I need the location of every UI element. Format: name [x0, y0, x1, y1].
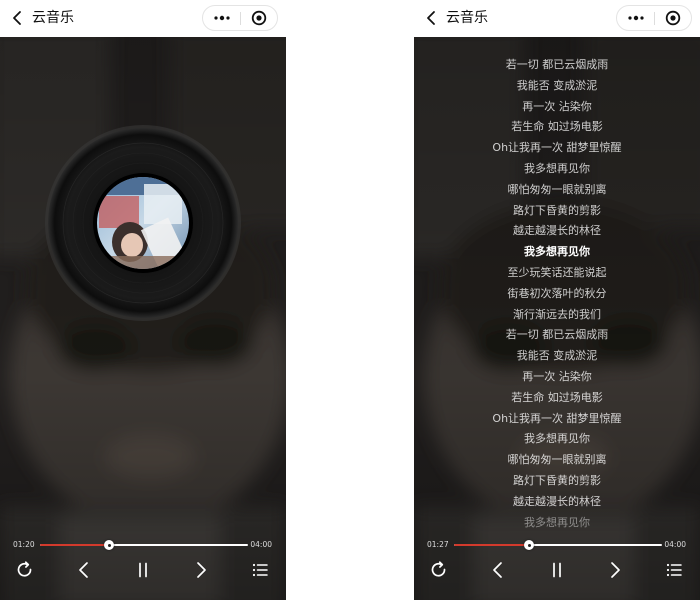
- lyric-line: 若一切 都已云烟成雨: [505, 328, 609, 342]
- lyrics-list[interactable]: 若一切 都已云烟成雨 我能否 变成淤泥 再一次 沾染你 若生命 如过场电影 Oh让我再一…: [414, 55, 700, 533]
- chevron-right-icon: [611, 562, 620, 578]
- lyric-line: 渐行渐远去的我们: [513, 307, 601, 321]
- total-time: 04:00: [664, 540, 686, 549]
- lyric-line: 再一次 沾染你: [522, 369, 592, 383]
- lyric-line: Oh让我再一次 甜梦里惊醒: [492, 411, 622, 425]
- pause-button[interactable]: [547, 560, 567, 580]
- loop-button[interactable]: [15, 560, 35, 580]
- lyric-line: 我多想再见你: [524, 432, 590, 446]
- lyric-line: 哪怕匆匆一眼就别离: [507, 453, 607, 467]
- more-dots-icon[interactable]: [626, 13, 646, 23]
- player-cover-screen: 云音乐 01:20 04:00: [0, 0, 286, 600]
- nav-bar: 云音乐: [414, 0, 700, 37]
- lyric-line: 越走越漫长的林径: [513, 224, 601, 238]
- player-area: 若一切 都已云烟成雨 我能否 变成淤泥 再一次 沾染你 若生命 如过场电影 Oh让我再一…: [414, 37, 700, 600]
- nav-bar: 云音乐: [0, 0, 286, 37]
- playlist-icon: [252, 563, 268, 577]
- page-title: 云音乐: [32, 10, 74, 26]
- player-lyrics-screen: 云音乐 若一切 都已云烟成雨 我能否 变成淤泥 再一次 沾染你 若生命 如过场电…: [414, 0, 700, 600]
- back-icon[interactable]: [424, 10, 438, 26]
- more-dots-icon[interactable]: [212, 13, 232, 23]
- lyric-line: 再一次 沾染你: [522, 99, 592, 113]
- lyric-line: 我能否 变成淤泥: [516, 349, 598, 363]
- lyric-line: Oh让我再一次 甜梦里惊醒: [492, 141, 622, 155]
- page-title: 云音乐: [446, 10, 488, 26]
- loop-button[interactable]: [429, 560, 449, 580]
- chevron-left-icon: [79, 562, 88, 578]
- lyric-line: 若生命 如过场电影: [511, 390, 603, 404]
- lyric-line-active: 我多想再见你: [524, 245, 590, 259]
- player-area: 01:20 04:00: [0, 37, 286, 600]
- vinyl-record[interactable]: [44, 124, 242, 322]
- progress-slider[interactable]: [40, 540, 248, 550]
- progress-fill: [454, 544, 530, 546]
- chevron-right-icon: [197, 562, 206, 578]
- repeat-icon: [431, 561, 446, 577]
- pause-button[interactable]: [133, 560, 153, 580]
- back-icon[interactable]: [10, 10, 24, 26]
- current-time: 01:20: [13, 540, 35, 549]
- chevron-left-icon: [493, 562, 502, 578]
- lyric-line: 若一切 都已云烟成雨: [505, 58, 609, 71]
- playlist-button[interactable]: [250, 560, 270, 580]
- playlist-icon: [666, 563, 682, 577]
- previous-button[interactable]: [488, 560, 508, 580]
- mini-program-capsule: [202, 5, 278, 31]
- lyric-line: 街巷初次落叶的秋分: [507, 286, 607, 300]
- pause-icon: [553, 562, 561, 578]
- pause-icon: [139, 562, 147, 578]
- mini-program-capsule: [616, 5, 692, 31]
- capsule-divider: [240, 12, 241, 25]
- next-button[interactable]: [605, 560, 625, 580]
- lyric-line: 路灯下昏黄的剪影: [513, 203, 601, 217]
- progress-fill: [40, 544, 110, 546]
- current-time: 01:27: [427, 540, 449, 549]
- close-target-icon[interactable]: [251, 10, 267, 26]
- lyric-line: 越走越漫长的林径: [513, 494, 601, 508]
- total-time: 04:00: [250, 540, 272, 549]
- repeat-icon: [17, 561, 32, 577]
- lyric-line: 我多想再见你: [524, 515, 590, 529]
- lyric-line: 我能否 变成淤泥: [516, 78, 598, 92]
- playlist-button[interactable]: [664, 560, 684, 580]
- lyric-line: 若生命 如过场电影: [511, 120, 603, 134]
- close-target-icon[interactable]: [665, 10, 681, 26]
- progress-slider[interactable]: [454, 540, 662, 550]
- lyric-line: 哪怕匆匆一眼就别离: [507, 182, 607, 196]
- lyric-line: 至少玩笑话还能说起: [507, 265, 607, 279]
- next-button[interactable]: [191, 560, 211, 580]
- lyric-line: 我多想再见你: [524, 161, 590, 175]
- previous-button[interactable]: [74, 560, 94, 580]
- capsule-divider: [654, 12, 655, 25]
- lyric-line: 路灯下昏黄的剪影: [513, 473, 601, 487]
